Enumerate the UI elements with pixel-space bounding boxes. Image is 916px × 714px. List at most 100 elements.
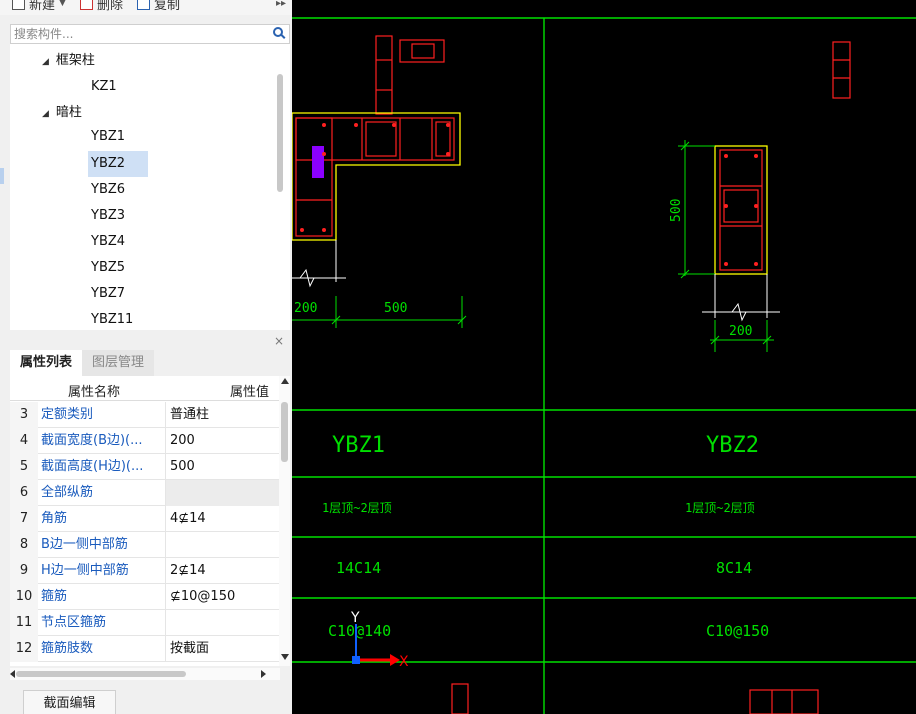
- expand-triangle-icon[interactable]: ◢: [42, 57, 49, 67]
- ybz1-section: 200 500: [292, 112, 467, 328]
- row-number: 10: [10, 584, 38, 610]
- tree-item-selected[interactable]: YBZ2: [88, 151, 148, 177]
- table-row[interactable]: 10 箍筋 ⊈10@150: [10, 584, 280, 610]
- copy-button[interactable]: 复制: [136, 0, 180, 13]
- header-name: 属性名称: [68, 385, 121, 400]
- table-row[interactable]: 11 节点区箍筋: [10, 610, 280, 636]
- axis-y-label: Y: [350, 610, 360, 626]
- table-row[interactable]: 5 截面高度(H边)(... 500: [10, 454, 280, 480]
- scroll-down-icon[interactable]: [281, 654, 289, 660]
- chevron-down-icon[interactable]: ▼: [59, 0, 66, 8]
- property-value[interactable]: 200: [165, 428, 280, 454]
- close-icon[interactable]: ×: [274, 334, 284, 348]
- property-tabs: 属性列表 图层管理: [10, 350, 290, 376]
- search-box: [10, 24, 290, 44]
- col1-stirrup: C10@140: [328, 622, 391, 640]
- scroll-up-icon[interactable]: [281, 378, 289, 384]
- table-row[interactable]: 4 截面宽度(B边)(... 200: [10, 428, 280, 454]
- tree-group-frame-column[interactable]: ◢ 框架柱: [42, 48, 95, 74]
- search-icon[interactable]: [273, 27, 283, 37]
- table-header: 属性名称 属性值: [10, 376, 280, 401]
- property-name: 箍筋肢数: [41, 641, 94, 656]
- property-value[interactable]: [165, 480, 280, 506]
- col2-elev: 1层顶~2层顶: [685, 501, 755, 515]
- col2-name: YBZ2: [706, 433, 759, 458]
- property-name: H边一侧中部筋: [41, 563, 129, 578]
- more-icon[interactable]: ▸▸: [276, 0, 286, 9]
- side-indicator: [0, 168, 4, 184]
- component-tree: ◢ 框架柱 KZ1 ◢ 暗柱 YBZ1 YBZ2 YBZ6 YBZ3 YBZ4 YB…: [10, 44, 290, 330]
- bottom-rebar-sketch: [451, 683, 819, 714]
- search-input[interactable]: [11, 25, 261, 43]
- cad-drawing: 200 500 500 200 YBZ1 YBZ2 1层顶~2层顶 1层顶~2层…: [292, 17, 916, 714]
- property-name: 全部纵筋: [41, 485, 94, 500]
- col1-name: YBZ1: [332, 433, 385, 458]
- tab-property-list[interactable]: 属性列表: [10, 350, 83, 376]
- row-number: 3: [10, 402, 38, 428]
- copy-label: 复制: [153, 0, 180, 13]
- property-value[interactable]: ⊈10@150: [165, 584, 280, 610]
- row-number: 5: [10, 454, 38, 480]
- ucs-axis-icon: X Y: [350, 610, 409, 670]
- delete-icon: [79, 0, 93, 10]
- tree-item[interactable]: YBZ1: [88, 124, 148, 150]
- dim-label: 200: [294, 301, 317, 316]
- scroll-left-icon[interactable]: [10, 670, 15, 678]
- row-number: 7: [10, 506, 38, 532]
- tree-item[interactable]: YBZ11: [88, 307, 148, 330]
- tree-item[interactable]: YBZ3: [88, 203, 148, 229]
- property-name: 截面高度(H边)(...: [41, 459, 144, 474]
- tree-item[interactable]: KZ1: [88, 74, 148, 100]
- tree-item[interactable]: YBZ7: [88, 281, 148, 307]
- row-number: 9: [10, 558, 38, 584]
- dim-label: 200: [729, 324, 752, 339]
- panel-divider[interactable]: ×: [10, 334, 290, 348]
- axis-x-label: X: [399, 654, 409, 670]
- tree-item[interactable]: YBZ6: [88, 177, 148, 203]
- row-number: 6: [10, 480, 38, 506]
- table-row[interactable]: 9 H边一侧中部筋 2⊈14: [10, 558, 280, 584]
- property-value[interactable]: [165, 532, 280, 558]
- tab-layer-management[interactable]: 图层管理: [82, 350, 155, 376]
- header-value: 属性值: [230, 385, 270, 400]
- col2-stirrup: C10@150: [706, 622, 769, 640]
- copy-icon: [136, 0, 150, 10]
- cad-canvas[interactable]: 200 500 500 200 YBZ1 YBZ2 1层顶~2层顶 1层顶~2层…: [292, 0, 916, 714]
- delete-label: 删除: [96, 0, 123, 13]
- tree-scrollbar[interactable]: [277, 74, 283, 192]
- tree-item[interactable]: YBZ5: [88, 255, 148, 281]
- property-vertical-scrollbar[interactable]: [279, 376, 290, 666]
- expand-triangle-icon[interactable]: ◢: [42, 109, 49, 119]
- col2-rebar: 8C14: [716, 559, 752, 577]
- delete-button[interactable]: 删除: [79, 0, 123, 13]
- property-value[interactable]: 2⊈14: [165, 558, 280, 584]
- table-row[interactable]: 8 B边一侧中部筋: [10, 532, 280, 558]
- col1-rebar: 14C14: [336, 559, 381, 577]
- selection-marker: [312, 146, 324, 178]
- scroll-thumb[interactable]: [16, 671, 186, 677]
- property-value[interactable]: 普通柱: [165, 402, 280, 428]
- table-row[interactable]: 12 箍筋肢数 按截面: [10, 636, 280, 662]
- scroll-thumb[interactable]: [281, 402, 288, 462]
- col1-elev: 1层顶~2层顶: [322, 501, 392, 515]
- property-value[interactable]: 4⊈14: [165, 506, 280, 532]
- property-value[interactable]: [165, 610, 280, 636]
- row-number: 11: [10, 610, 38, 636]
- scroll-right-icon[interactable]: [261, 670, 266, 678]
- property-value[interactable]: 按截面: [165, 636, 280, 662]
- property-name: 定额类别: [41, 407, 94, 422]
- table-row[interactable]: 6 全部纵筋: [10, 480, 280, 506]
- table-row[interactable]: 7 角筋 4⊈14: [10, 506, 280, 532]
- property-table: 属性名称 属性值 3 定额类别 普通柱 4 截面宽度(B边)(... 200 5…: [10, 376, 290, 666]
- tree-group-hidden-column[interactable]: ◢ 暗柱: [42, 100, 82, 126]
- table-row[interactable]: 3 定额类别 普通柱: [10, 402, 280, 428]
- property-name: 箍筋: [41, 589, 68, 604]
- property-name: 截面宽度(B边)(...: [41, 433, 143, 448]
- property-value[interactable]: 500: [165, 454, 280, 480]
- property-horizontal-scrollbar[interactable]: [10, 668, 280, 680]
- tree-item[interactable]: YBZ4: [88, 229, 148, 255]
- ybz2-section: 500 200: [669, 140, 780, 352]
- section-edit-button[interactable]: 截面编辑: [23, 690, 116, 714]
- new-button[interactable]: 新建 ▼: [12, 0, 66, 13]
- row-number: 12: [10, 636, 38, 662]
